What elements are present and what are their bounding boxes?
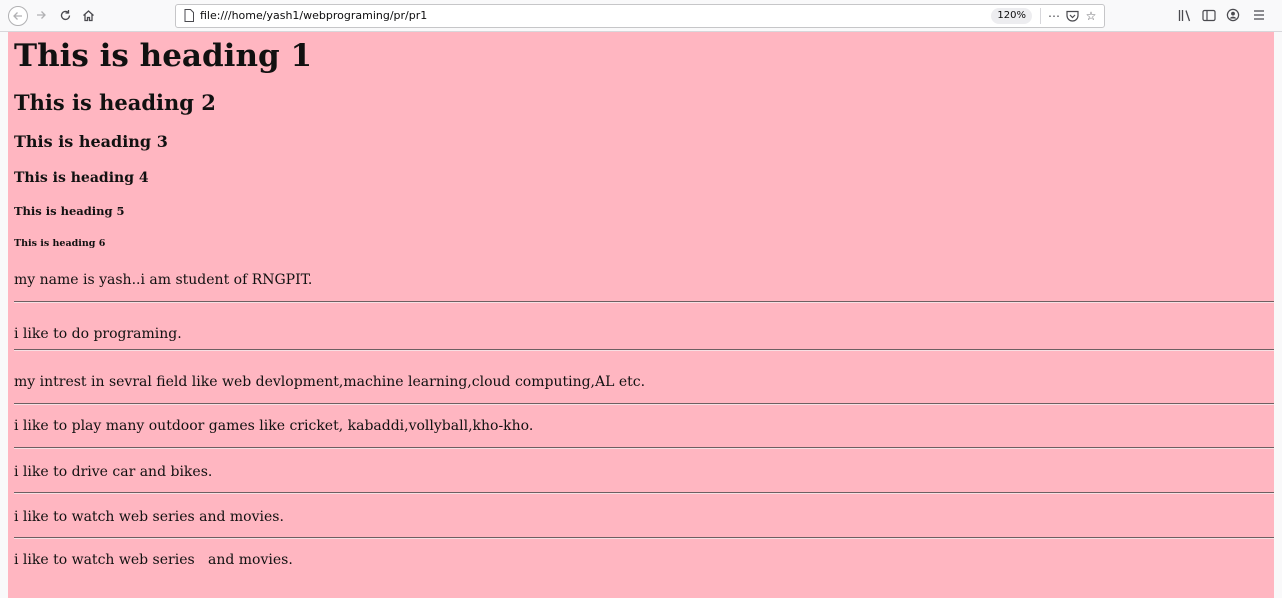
home-icon — [82, 9, 94, 21]
back-button[interactable] — [8, 6, 28, 26]
heading-2: This is heading 2 — [14, 90, 216, 115]
forward-button[interactable] — [33, 4, 49, 26]
url-divider — [1040, 8, 1041, 24]
paragraph-games: i like to play many outdoor games like c… — [14, 418, 534, 434]
account-icon[interactable] — [1224, 4, 1242, 26]
paragraph-intro: my name is yash..i am student of RNGPIT. — [14, 272, 313, 288]
heading-5: This is heading 5 — [14, 204, 125, 218]
back-icon — [13, 12, 22, 20]
zoom-level-badge[interactable]: 120% — [991, 8, 1032, 24]
menu-icon[interactable] — [1250, 4, 1268, 26]
heading-3: This is heading 3 — [14, 132, 168, 151]
heading-1: This is heading 1 — [14, 38, 313, 74]
divider-rule — [14, 403, 1274, 405]
url-text[interactable]: file:///home/yash1/webprograming/pr/pr1 — [200, 9, 427, 22]
sidebar-icon[interactable] — [1200, 4, 1218, 26]
heading-6: This is heading 6 — [14, 238, 106, 249]
page-content: This is heading 1 This is heading 2 This… — [8, 32, 1274, 598]
paragraph-interests: my intrest in sevral field like web devl… — [14, 374, 646, 390]
paragraph-programming: i like to do programing. — [14, 326, 182, 342]
paragraph-web-series-repeat: i like to watch web series and movies. — [14, 552, 293, 568]
url-bar[interactable]: file:///home/yash1/webprograming/pr/pr1 … — [175, 4, 1105, 28]
divider-rule — [14, 492, 1274, 494]
reload-icon — [60, 9, 70, 20]
reload-button[interactable] — [57, 4, 73, 26]
divider-rule — [14, 301, 1274, 303]
page-icon — [184, 9, 194, 22]
star-icon[interactable]: ☆ — [1083, 7, 1099, 25]
paragraph-web-series: i like to watch web series and movies. — [14, 509, 284, 525]
divider-rule — [14, 349, 1274, 351]
forward-icon — [37, 11, 46, 19]
divider-rule — [14, 537, 1274, 539]
heading-4: This is heading 4 — [14, 170, 149, 186]
divider-rule — [14, 447, 1274, 449]
more-icon[interactable]: ⋯ — [1046, 7, 1062, 25]
library-icon[interactable] — [1176, 4, 1194, 26]
browser-toolbar: file:///home/yash1/webprograming/pr/pr1 … — [0, 0, 1282, 32]
paragraph-driving: i like to drive car and bikes. — [14, 464, 213, 480]
pocket-icon[interactable] — [1064, 7, 1080, 25]
home-button[interactable] — [80, 4, 96, 26]
